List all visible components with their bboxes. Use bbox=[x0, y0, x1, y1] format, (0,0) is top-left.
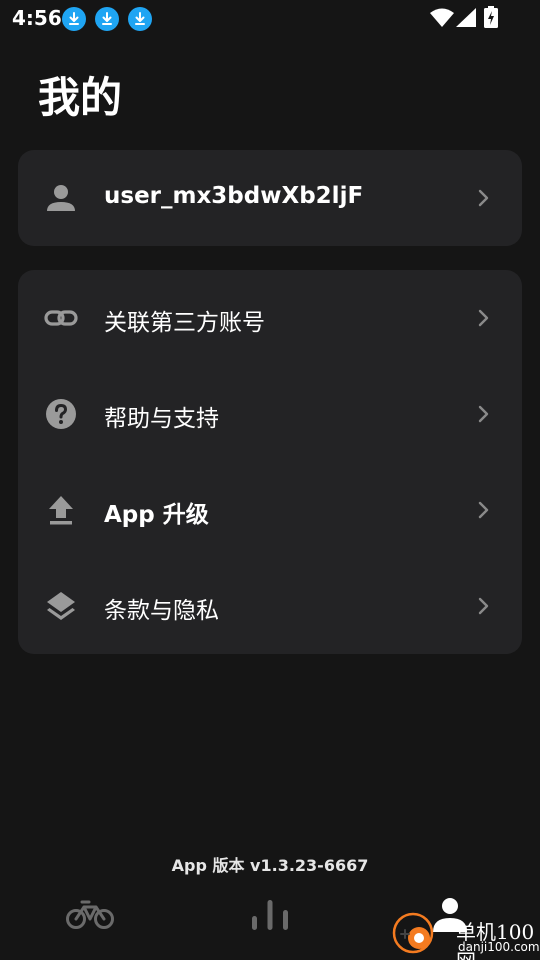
watermark-logo-icon bbox=[392, 912, 434, 954]
download-icon bbox=[128, 7, 152, 31]
download-icon bbox=[95, 7, 119, 31]
upload-icon bbox=[49, 496, 73, 525]
help-icon bbox=[46, 399, 76, 429]
nav-bike-icon[interactable] bbox=[66, 896, 114, 930]
chevron-right-icon bbox=[478, 597, 489, 615]
menu-item-terms-privacy[interactable]: 条款与隐私 bbox=[18, 558, 522, 654]
status-time: 4:56 bbox=[12, 6, 62, 30]
profile-screen: 4:56 我的 user_mx3bdwXb2ljF 关联第三方账号 帮助与支持 … bbox=[0, 0, 540, 960]
chevron-right-icon bbox=[478, 309, 489, 327]
menu-item-label: 条款与隐私 bbox=[104, 598, 219, 624]
nav-stats-icon[interactable] bbox=[252, 896, 288, 932]
chevron-right-icon bbox=[478, 405, 489, 423]
menu-item-label: App 升级 bbox=[104, 502, 209, 528]
app-version-text: App 版本 v1.3.23-6667 bbox=[171, 856, 369, 875]
menu-item-app-upgrade[interactable]: App 升级 bbox=[18, 462, 522, 558]
chevron-right-icon bbox=[478, 189, 489, 207]
wifi-icon bbox=[430, 8, 454, 27]
status-bar: 4:56 bbox=[0, 0, 540, 36]
page-title: 我的 bbox=[38, 73, 123, 122]
layers-icon bbox=[47, 592, 75, 620]
signal-icon bbox=[456, 8, 476, 27]
watermark-url: danji100.com bbox=[458, 940, 540, 954]
menu-item-link-accounts[interactable]: 关联第三方账号 bbox=[18, 270, 522, 366]
person-icon bbox=[47, 185, 75, 211]
download-icon bbox=[62, 7, 86, 31]
link-icon bbox=[44, 310, 78, 326]
chevron-right-icon bbox=[478, 501, 489, 519]
username-label: user_mx3bdwXb2ljF bbox=[104, 183, 364, 209]
menu-item-label: 帮助与支持 bbox=[104, 406, 219, 432]
settings-menu-card: 关联第三方账号 帮助与支持 App 升级 条款与隐私 bbox=[18, 270, 522, 654]
battery-charging-icon bbox=[484, 6, 498, 28]
user-account-row[interactable]: user_mx3bdwXb2ljF bbox=[18, 150, 522, 246]
menu-item-help-support[interactable]: 帮助与支持 bbox=[18, 366, 522, 462]
menu-item-label: 关联第三方账号 bbox=[104, 310, 265, 336]
user-card[interactable]: user_mx3bdwXb2ljF bbox=[18, 150, 522, 246]
